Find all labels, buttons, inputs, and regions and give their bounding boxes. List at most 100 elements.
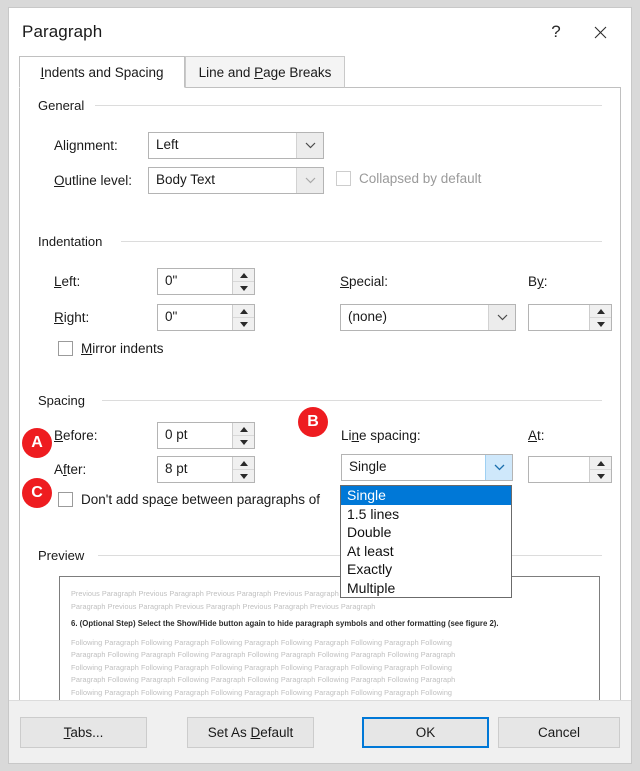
spinner-up-icon[interactable] xyxy=(233,269,254,282)
spacing-after-spinner[interactable]: 8 pt xyxy=(157,456,255,483)
callout-badge-c: C xyxy=(22,478,52,508)
group-label-indentation: Indentation xyxy=(38,234,109,249)
at-label: At: xyxy=(528,428,545,443)
line-spacing-combobox[interactable]: Single xyxy=(341,454,513,481)
spinner-buttons[interactable] xyxy=(589,305,611,330)
spinner-down-icon[interactable] xyxy=(233,318,254,330)
preview-following-line: Paragraph Following Paragraph Following … xyxy=(71,675,456,684)
indent-left-spinner[interactable]: 0" xyxy=(157,268,255,295)
callout-badge-b: B xyxy=(298,407,328,437)
spinner-up-icon[interactable] xyxy=(233,423,254,436)
spinner-down-icon[interactable] xyxy=(590,470,611,482)
outline-level-label: Outline level: xyxy=(54,173,133,188)
line-spacing-value: Single xyxy=(349,459,387,474)
spinner-buttons[interactable] xyxy=(232,423,254,448)
page-title: Paragraph xyxy=(22,22,103,41)
tab-indents-and-spacing[interactable]: Indents and Spacing xyxy=(19,56,185,88)
spinner-down-icon[interactable] xyxy=(233,470,254,482)
spinner-up-icon[interactable] xyxy=(590,305,611,318)
collapsed-by-default-checkbox[interactable]: Collapsed by default xyxy=(336,171,481,186)
spinner-down-icon[interactable] xyxy=(233,282,254,294)
line-spacing-option-double[interactable]: Double xyxy=(341,523,511,542)
help-icon[interactable]: ? xyxy=(533,8,579,56)
line-spacing-label: Line spacing: xyxy=(341,428,421,443)
special-value: (none) xyxy=(348,309,388,324)
callout-badge-a: A xyxy=(22,428,52,458)
chevron-down-icon[interactable] xyxy=(296,168,323,193)
line-spacing-dropdown-list[interactable]: Single 1.5 lines Double At least Exactly… xyxy=(340,485,512,598)
set-as-default-button[interactable]: Set As Default xyxy=(187,717,314,748)
indent-left-value: 0" xyxy=(165,273,178,288)
dont-add-space-label: Don't add space between paragraphs of xyxy=(81,492,320,507)
outline-level-combobox[interactable]: Body Text xyxy=(148,167,324,194)
spacing-before-value: 0 pt xyxy=(165,427,188,442)
group-rule-indentation xyxy=(121,241,602,242)
spacing-before-spinner[interactable]: 0 pt xyxy=(157,422,255,449)
spinner-up-icon[interactable] xyxy=(233,457,254,470)
preview-previous-line: Paragraph Previous Paragraph Previous Pa… xyxy=(71,601,376,611)
spacing-before-label: Before: xyxy=(54,428,98,443)
chevron-down-glyph xyxy=(497,314,507,321)
group-label-preview: Preview xyxy=(38,548,91,563)
alignment-combobox[interactable]: Left xyxy=(148,132,324,159)
tab-indents-and-spacing-label: Indents and Spacing xyxy=(40,64,164,80)
ok-button-label: OK xyxy=(415,725,436,740)
set-as-default-button-label: Set As Default xyxy=(207,725,294,740)
dialog-panel: General Alignment: Left Outline level: B… xyxy=(19,88,621,714)
indent-right-value: 0" xyxy=(165,309,178,324)
tab-line-and-page-breaks[interactable]: Line and Page Breaks xyxy=(185,56,345,88)
by-spinner[interactable] xyxy=(528,304,612,331)
checkbox-box xyxy=(336,171,351,186)
tabs-button[interactable]: Tabs... xyxy=(20,717,147,748)
cancel-button[interactable]: Cancel xyxy=(498,717,620,748)
chevron-down-icon[interactable] xyxy=(488,305,515,330)
preview-following-line: Paragraph Following Paragraph Following … xyxy=(71,650,456,659)
chevron-down-glyph xyxy=(305,177,315,184)
by-label: By: xyxy=(528,274,548,289)
close-icon[interactable] xyxy=(577,8,623,56)
line-spacing-option-single[interactable]: Single xyxy=(341,486,511,505)
mirror-indents-label: Mirror indents xyxy=(81,341,164,356)
indent-left-label: Left: xyxy=(54,274,81,289)
line-spacing-option-exactly[interactable]: Exactly xyxy=(341,560,511,579)
preview-following-line: Following Paragraph Following Paragraph … xyxy=(71,637,453,647)
tabs-button-label: Tabs... xyxy=(63,725,104,740)
at-spinner[interactable] xyxy=(528,456,612,483)
indent-right-spinner[interactable]: 0" xyxy=(157,304,255,331)
line-spacing-option-at-least[interactable]: At least xyxy=(341,542,511,561)
dialog-footer: Tabs... Set As Default OK Cancel xyxy=(9,700,631,763)
spinner-buttons[interactable] xyxy=(232,305,254,330)
alignment-label: Alignment: xyxy=(54,138,118,153)
spinner-down-icon[interactable] xyxy=(233,436,254,448)
ok-button[interactable]: OK xyxy=(362,717,489,748)
chevron-down-glyph xyxy=(494,464,504,471)
line-spacing-option-multiple[interactable]: Multiple xyxy=(341,579,511,598)
outline-level-value: Body Text xyxy=(156,172,216,187)
chevron-down-icon[interactable] xyxy=(485,455,512,480)
chevron-down-icon[interactable] xyxy=(296,133,323,158)
chevron-down-glyph xyxy=(305,142,315,149)
title-bar: Paragraph ? xyxy=(9,8,631,56)
collapsed-by-default-label: Collapsed by default xyxy=(359,171,482,186)
spinner-buttons[interactable] xyxy=(232,457,254,482)
checkbox-box xyxy=(58,492,73,507)
spacing-after-value: 8 pt xyxy=(165,461,188,476)
spinner-up-icon[interactable] xyxy=(233,305,254,318)
spinner-up-icon[interactable] xyxy=(590,457,611,470)
mirror-indents-checkbox[interactable]: Mirror indents xyxy=(58,341,164,356)
spinner-down-icon[interactable] xyxy=(590,318,611,330)
tab-line-and-page-breaks-label: Line and Page Breaks xyxy=(198,64,332,80)
group-rule-spacing xyxy=(102,400,602,401)
spinner-buttons[interactable] xyxy=(589,457,611,482)
alignment-value: Left xyxy=(156,137,179,152)
paragraph-preview: Previous Paragraph Previous Paragraph Pr… xyxy=(59,576,600,714)
special-combobox[interactable]: (none) xyxy=(340,304,516,331)
preview-content: Previous Paragraph Previous Paragraph Pr… xyxy=(60,577,599,699)
special-label: Special: xyxy=(340,274,389,289)
group-rule-general xyxy=(95,105,602,106)
line-spacing-option-1-5-lines[interactable]: 1.5 lines xyxy=(341,505,511,524)
cancel-button-label: Cancel xyxy=(537,725,581,740)
dont-add-space-checkbox[interactable]: Don't add space between paragraphs of xyxy=(58,492,320,507)
checkbox-box xyxy=(58,341,73,356)
spinner-buttons[interactable] xyxy=(232,269,254,294)
